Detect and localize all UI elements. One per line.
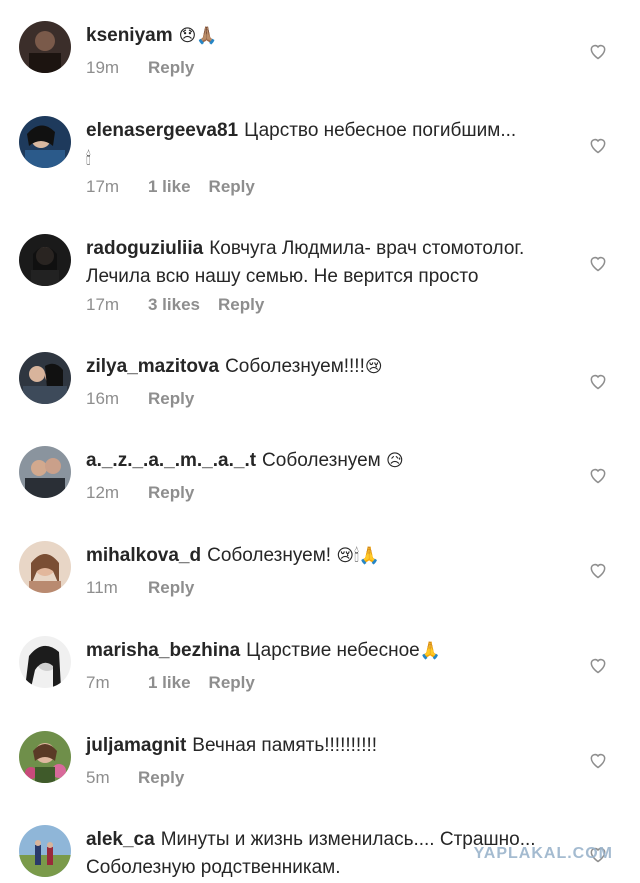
avatar[interactable] [19,446,71,498]
avatar[interactable] [19,21,71,73]
comment-text: juljamagnit Вечная память!!!!!!!!!! [86,732,576,760]
username[interactable]: marisha_bezhina [86,640,240,661]
comment-meta: 5m Reply [86,768,184,788]
emoji: 😥 [386,451,404,471]
heart-outline-icon[interactable] [588,750,608,770]
avatar[interactable] [19,116,71,168]
comment-meta: 17m 1 like Reply [86,177,255,197]
comment-body: Соболезнуем!!!! [225,356,365,377]
comment-meta: 7m 1 like Reply [86,673,255,693]
reply-button[interactable]: Reply [148,389,194,409]
timestamp: 11m [86,578,118,597]
comment-body: Царствие небесное [246,640,420,661]
heart-outline-icon[interactable] [588,655,608,675]
comment-body: Царство небесное погибшим... [244,120,517,141]
username[interactable]: juljamagnit [86,735,186,756]
comment-text: kseniyam 😞🙏🏽 [86,22,576,50]
timestamp: 17m [86,177,120,196]
username[interactable]: mihalkova_d [86,545,201,566]
likes-count[interactable]: 3 likes [148,295,200,315]
comment-meta: 17m 3 likes Reply [86,295,264,315]
timestamp: 5m [86,768,110,787]
emoji: 🕯 [86,149,91,169]
comment-meta: 16m Reply [86,389,194,409]
timestamp: 16m [86,389,120,408]
avatar[interactable] [19,636,71,688]
heart-outline-icon[interactable] [588,371,608,391]
comment-text: marisha_bezhina Царствие небесное🙏 [86,637,576,665]
comment-text: zilya_mazitova Соболезнуем!!!!😢 [86,353,576,381]
avatar[interactable] [19,234,71,286]
heart-outline-icon[interactable] [588,41,608,61]
likes-count[interactable]: 1 like [148,673,191,693]
username[interactable]: kseniyam [86,25,173,46]
comment-text: a._.z._.a._.m._.a._.t Соболезнуем 😥 [86,447,576,475]
reply-button[interactable]: Reply [148,578,194,598]
timestamp: 7m [86,673,110,692]
username[interactable]: elenasergeeva81 [86,120,238,141]
reply-button[interactable]: Reply [209,177,255,197]
heart-outline-icon[interactable] [588,253,608,273]
comment-body: Соболезнуем [262,450,381,471]
heart-outline-icon[interactable] [588,135,608,155]
likes-count[interactable]: 1 like [148,177,191,197]
comment-body: Вечная память!!!!!!!!!! [192,735,378,756]
comment-meta: 12m Reply [86,483,194,503]
timestamp: 17m [86,295,120,314]
timestamp: 12m [86,483,120,502]
heart-outline-icon[interactable] [588,465,608,485]
comment-text: radoguziuliia Ковчуга Людмила- врач стомо… [86,235,576,291]
comment-text: elenasergeeva81 Царство небесное погибшим… [86,117,576,173]
comment-text: mihalkova_d Соболезнуем! 😢🕯🙏 [86,542,576,570]
avatar[interactable] [19,541,71,593]
avatar[interactable] [19,825,71,877]
emoji: 😢 [364,357,383,377]
timestamp: 19m [86,58,120,77]
emoji: 😢🕯🙏 [336,546,381,566]
username[interactable]: zilya_mazitova [86,356,219,377]
emoji: 🙏 [419,641,441,661]
emoji: 😞🙏🏽 [178,26,218,46]
reply-button[interactable]: Reply [148,58,194,78]
username[interactable]: radoguziuliia [86,238,203,259]
avatar[interactable] [19,731,71,783]
heart-outline-icon[interactable] [588,560,608,580]
reply-button[interactable]: Reply [218,295,264,315]
reply-button[interactable]: Reply [209,673,255,693]
comment-meta: 11m Reply [86,578,194,598]
username[interactable]: alek_ca [86,829,155,850]
comment-meta: 19m Reply [86,58,194,78]
watermark: YAPLAKAL.COM [473,845,613,862]
comment-body: Соболезнуем! [207,545,332,566]
reply-button[interactable]: Reply [148,483,194,503]
avatar[interactable] [19,352,71,404]
reply-button[interactable]: Reply [138,768,184,788]
username[interactable]: a._.z._.a._.m._.a._.t [86,450,256,471]
